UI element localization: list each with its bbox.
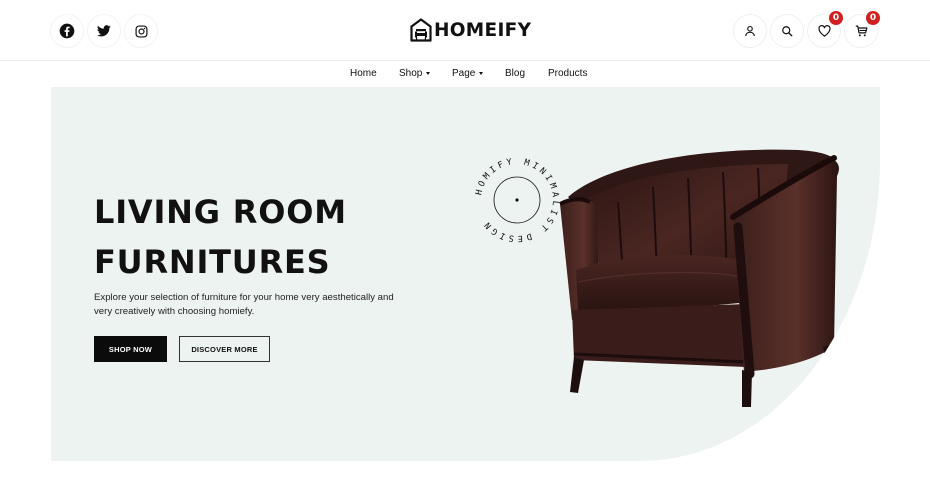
armchair-image: [559, 149, 839, 407]
hero-title: LIVING ROOM FURNITURES: [94, 187, 347, 287]
hero-banner: LIVING ROOM FURNITURES Explore your sele…: [51, 87, 880, 461]
discover-more-button[interactable]: DISCOVER MORE: [179, 336, 270, 362]
nav-item-label: Blog: [505, 68, 526, 79]
caret-down-icon: [426, 72, 431, 75]
nav-item-label: Shop: [399, 68, 423, 79]
hero-description: Explore your selection of furniture for …: [94, 292, 394, 317]
logo-text: HOMEIFY: [434, 19, 532, 41]
twitter-link[interactable]: [88, 15, 120, 47]
cart-count-badge: 0: [866, 11, 880, 25]
nav-item-blog[interactable]: Blog: [505, 68, 525, 79]
user-icon: [745, 25, 755, 37]
cart-button[interactable]: 0: [845, 11, 880, 47]
main-nav: Home Shop Page Blog Products: [0, 62, 930, 86]
wishlist-count-badge: 0: [829, 11, 843, 25]
instagram-link[interactable]: [125, 15, 157, 47]
shop-now-button[interactable]: SHOP NOW: [94, 336, 167, 362]
wishlist-button[interactable]: 0: [808, 11, 843, 47]
search-icon: [782, 26, 793, 37]
site-logo[interactable]: HOMEIFY: [410, 16, 531, 44]
caret-down-icon: [479, 72, 484, 75]
hero-title-line1: LIVING ROOM: [94, 193, 347, 231]
facebook-icon: [59, 23, 75, 39]
instagram-icon: [134, 24, 148, 38]
nav-item-label: Products: [548, 68, 588, 79]
hero-title-line2: FURNITURES: [94, 243, 331, 281]
search-button[interactable]: [771, 15, 803, 47]
house-logo-icon: [410, 18, 432, 42]
cart-icon: [855, 25, 868, 37]
nav-item-products[interactable]: Products: [548, 68, 587, 79]
nav-item-label: Page: [452, 68, 476, 79]
twitter-icon: [97, 25, 111, 37]
nav-item-shop[interactable]: Shop: [399, 68, 431, 79]
nav-item-label: Home: [350, 68, 377, 79]
nav-item-page[interactable]: Page: [452, 68, 484, 79]
top-header: HOMEIFY 0 0: [0, 0, 930, 61]
account-button[interactable]: [734, 15, 766, 47]
heart-icon: [817, 25, 831, 37]
facebook-link[interactable]: [51, 15, 83, 47]
nav-item-home[interactable]: Home: [350, 68, 377, 79]
